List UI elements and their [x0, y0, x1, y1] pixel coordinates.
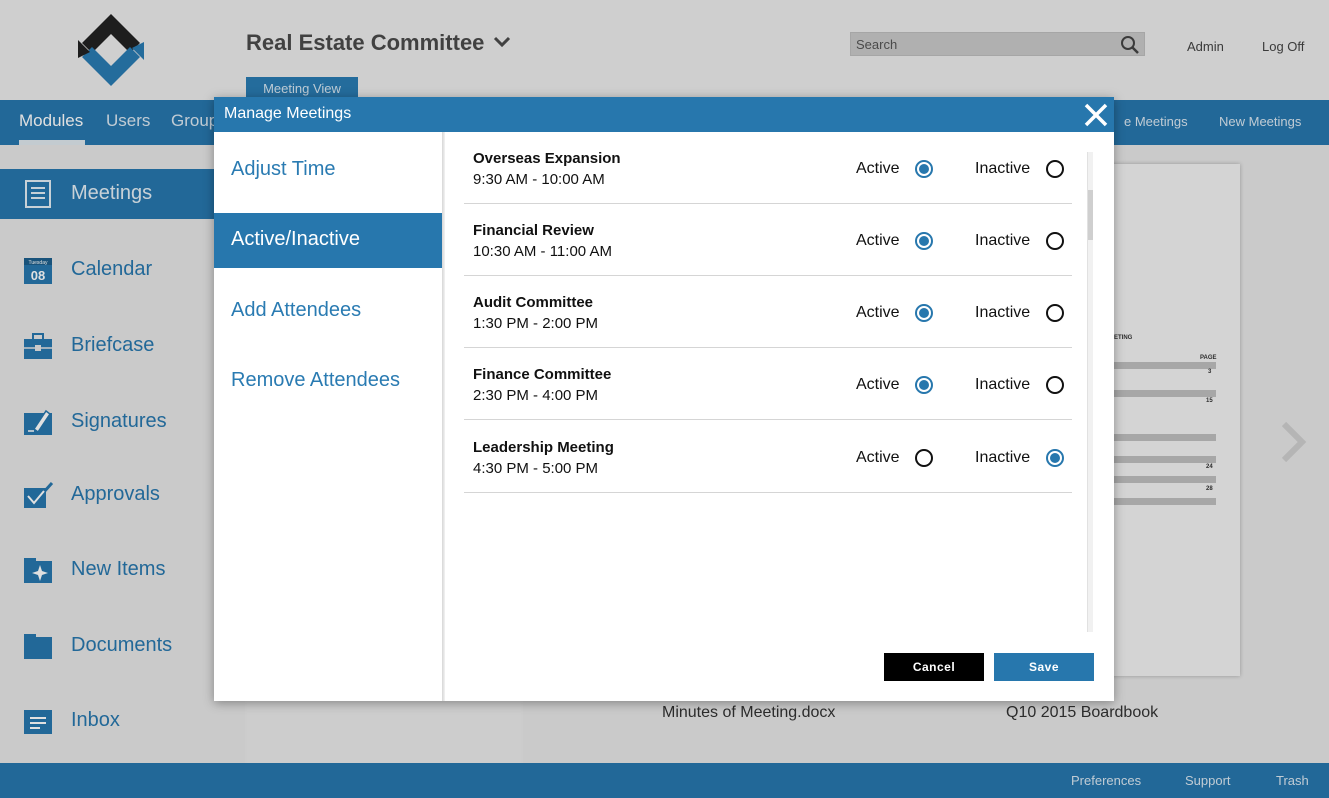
meeting-row: Overseas Expansion 9:30 AM - 10:00 AM Ac…	[464, 132, 1072, 204]
meeting-row: Leadership Meeting 4:30 PM - 5:00 PM Act…	[464, 420, 1072, 493]
inactive-radio[interactable]	[1046, 160, 1064, 178]
meeting-time: 10:30 AM - 11:00 AM	[473, 243, 612, 260]
active-label: Active	[856, 160, 900, 177]
scrollbar-thumb[interactable]	[1088, 190, 1093, 240]
meeting-row: Financial Review 10:30 AM - 11:00 AM Act…	[464, 204, 1072, 276]
inactive-radio[interactable]	[1046, 376, 1064, 394]
menu-adjust-time[interactable]: Adjust Time	[214, 143, 444, 198]
dialog-menu: Adjust Time Active/Inactive Add Attendee…	[214, 132, 444, 701]
meeting-name: Financial Review	[473, 222, 594, 239]
menu-label: Add Attendees	[231, 299, 362, 321]
meeting-name: Audit Committee	[473, 294, 593, 311]
meeting-time: 1:30 PM - 2:00 PM	[473, 315, 599, 332]
meeting-name: Overseas Expansion	[473, 150, 621, 167]
active-radio[interactable]	[915, 304, 933, 322]
active-label: Active	[856, 232, 900, 249]
meeting-time: 4:30 PM - 5:00 PM	[473, 460, 599, 477]
active-radio[interactable]	[915, 232, 933, 250]
inactive-radio[interactable]	[1046, 232, 1064, 250]
menu-divider	[442, 132, 445, 701]
inactive-label: Inactive	[975, 376, 1031, 393]
manage-meetings-dialog: Manage Meetings Adjust Time Active/Inact…	[214, 97, 1114, 701]
inactive-label: Inactive	[975, 304, 1031, 321]
scrollbar[interactable]	[1087, 152, 1093, 632]
active-label: Active	[856, 304, 900, 321]
active-radio[interactable]	[915, 376, 933, 394]
inactive-radio[interactable]	[1046, 449, 1064, 467]
meeting-row: Audit Committee 1:30 PM - 2:00 PM Active…	[464, 276, 1072, 348]
inactive-label: Inactive	[975, 160, 1031, 177]
inactive-radio[interactable]	[1046, 304, 1064, 322]
meeting-row: Finance Committee 2:30 PM - 4:00 PM Acti…	[464, 348, 1072, 420]
close-icon[interactable]	[1082, 101, 1110, 129]
active-radio[interactable]	[915, 160, 933, 178]
dialog-header: Manage Meetings	[214, 97, 1114, 132]
save-button[interactable]: Save	[994, 653, 1094, 681]
menu-add-attendees[interactable]: Add Attendees	[214, 284, 444, 339]
meeting-name: Finance Committee	[473, 366, 612, 383]
cancel-button[interactable]: Cancel	[884, 653, 984, 681]
inactive-label: Inactive	[975, 449, 1031, 466]
menu-remove-attendees[interactable]: Remove Attendees	[214, 354, 444, 409]
dialog-title: Manage Meetings	[224, 105, 352, 122]
meeting-name: Leadership Meeting	[473, 439, 614, 456]
menu-label: Adjust Time	[231, 158, 336, 180]
active-radio[interactable]	[915, 449, 933, 467]
menu-active-inactive[interactable]: Active/Inactive	[214, 213, 444, 268]
active-label: Active	[856, 376, 900, 393]
inactive-label: Inactive	[975, 232, 1031, 249]
menu-label: Remove Attendees	[231, 369, 400, 391]
menu-label: Active/Inactive	[231, 228, 360, 250]
meeting-time: 9:30 AM - 10:00 AM	[473, 171, 605, 188]
active-label: Active	[856, 449, 900, 466]
meeting-time: 2:30 PM - 4:00 PM	[473, 387, 599, 404]
